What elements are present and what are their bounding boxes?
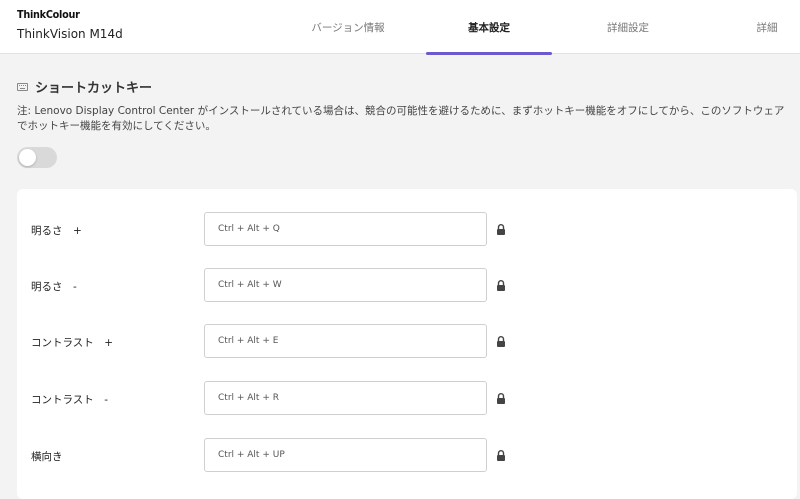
shortcut-label: 明るさ - [31,281,77,293]
shortcut-row: 横向き [17,438,797,474]
lock-icon [497,393,505,404]
shortcut-label: コントラスト + [31,337,114,349]
shortcut-row: 明るさ - [17,268,797,304]
hotkey-toggle[interactable] [17,147,57,168]
shortcut-row: 明るさ + [17,212,797,248]
tab-version-info[interactable]: バージョン情報 [292,0,404,54]
shortcut-row: コントラスト + [17,324,797,360]
shortcut-input[interactable] [204,268,487,302]
tab-details[interactable]: 詳細 [740,0,794,54]
brand-logo: ThinkColour [17,8,80,21]
keyboard-icon [17,82,28,91]
tab-advanced-settings[interactable]: 詳細設定 [578,0,678,54]
tab-basic-settings[interactable]: 基本設定 [426,0,552,55]
shortcut-row: コントラスト - [17,381,797,417]
shortcut-input[interactable] [204,438,487,472]
toggle-knob [19,149,36,166]
shortcut-label: 明るさ + [31,225,82,237]
lock-icon [497,224,505,235]
section-title: ショートカットキー [17,77,152,96]
app-header: ThinkColour ThinkVision M14d バージョン情報 基本設… [0,0,800,55]
shortcut-panel: 明るさ + 明るさ - コントラスト + コントラスト - 横向き [17,189,797,499]
product-name: ThinkVision M14d [17,27,123,41]
lock-icon [497,280,505,291]
section-title-text: ショートカットキー [35,81,153,96]
shortcut-input[interactable] [204,381,487,415]
shortcut-input[interactable] [204,324,487,358]
hotkey-note: 注: Lenovo Display Control Center がインストール… [17,105,785,132]
lock-icon [497,336,505,347]
shortcut-input[interactable] [204,212,487,246]
shortcut-label: コントラスト - [31,394,109,406]
lock-icon [497,450,505,461]
shortcut-label: 横向き [31,451,63,463]
